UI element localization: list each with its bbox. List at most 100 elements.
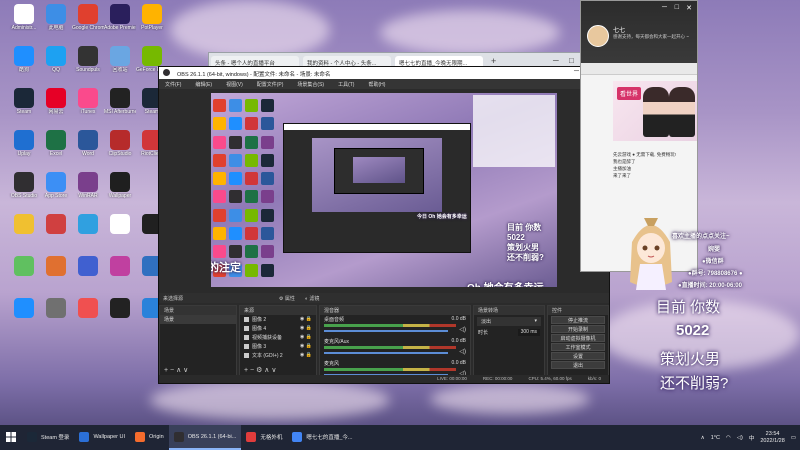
obs-window[interactable]: OBS 26.1.1 (64-bit, windows) - 配置文件: 未命名… <box>158 66 610 384</box>
obs-menu-item[interactable]: 配置文件(P) <box>257 81 284 88</box>
network-icon[interactable]: ◠ <box>726 435 731 441</box>
visibility-eye-icon[interactable]: ◉ 🔒 <box>300 325 312 332</box>
transitions-dock[interactable]: 场景转场 淡出 ▾ 时长 300 ms <box>473 305 545 377</box>
transition-duration[interactable]: 时长 300 ms <box>474 328 544 337</box>
desktop-shortcut[interactable]: Wallpaper <box>104 172 136 212</box>
obs-menu-item[interactable]: 视图(V) <box>226 81 243 88</box>
transition-type-select[interactable]: 淡出 ▾ <box>477 317 541 326</box>
minimize-button[interactable]: ─ <box>662 4 667 11</box>
desktop-shortcut[interactable]: 此电脑 <box>40 4 72 44</box>
close-button[interactable]: ✕ <box>686 4 692 12</box>
desktop-shortcut[interactable] <box>40 256 72 296</box>
volume-slider[interactable] <box>324 330 448 332</box>
desktop-shortcut[interactable]: 酷狗 <box>8 46 40 86</box>
visibility-eye-icon[interactable]: ◉ 🔒 <box>300 343 312 350</box>
taskbar-clock[interactable]: 23:54 2022/1/28 <box>760 431 784 445</box>
notification-icon[interactable]: ▭ <box>791 435 796 441</box>
new-tab-button[interactable]: + <box>491 56 496 66</box>
taskbar-app[interactable]: Origin <box>130 425 169 450</box>
control-button[interactable]: 开始录制 <box>551 325 605 333</box>
desktop-shortcut[interactable]: Uplay <box>8 130 40 170</box>
desktop-shortcut[interactable] <box>72 214 104 254</box>
desktop-shortcut[interactable]: 网易云 <box>40 88 72 128</box>
mixer-dock[interactable]: 混音器 桌面音频 0.0 dB ◁) 麦克风/Aux 0.0 dB ◁) 麦克风 0.0 dB… <box>319 305 471 377</box>
scenes-dock[interactable]: 场景 场景 + − ∧ ∨ <box>159 305 237 377</box>
desktop-shortcut[interactable]: Adobe Premiere <box>104 4 136 44</box>
weather-temp[interactable]: 1°C <box>711 435 720 441</box>
desktop-shortcut[interactable]: Google Chrome <box>72 4 104 44</box>
start-button[interactable] <box>0 425 22 450</box>
scene-item[interactable]: 场景 <box>160 315 236 324</box>
volume-icon[interactable]: ◁) <box>737 435 743 441</box>
desktop-shortcut[interactable]: QQ <box>40 46 72 86</box>
visibility-eye-icon[interactable]: ◉ 🔒 <box>300 352 312 359</box>
chat-banner[interactable]: 看世界 <box>613 81 697 141</box>
desktop-shortcut[interactable]: OBS Studio <box>8 172 40 212</box>
desktop-shortcut[interactable] <box>104 214 136 254</box>
speaker-icon[interactable]: ◁) <box>459 348 466 355</box>
desktop-shortcut[interactable] <box>104 298 136 338</box>
obs-menu-item[interactable]: 文件(F) <box>165 81 181 88</box>
visibility-eye-icon[interactable]: ◉ 🔒 <box>300 334 312 341</box>
chat-nav-bar[interactable] <box>581 63 697 75</box>
control-button[interactable]: 设置 <box>551 352 605 360</box>
maximize-button[interactable]: □ <box>569 56 574 65</box>
desktop-shortcut[interactable]: 回收站 <box>104 46 136 86</box>
source-controls[interactable]: + − ⚙ ∧ ∨ <box>244 366 276 374</box>
desktop-shortcut[interactable] <box>104 256 136 296</box>
source-item[interactable]: 视频捕获设备 ◉ 🔒 <box>240 333 316 342</box>
desktop-shortcut[interactable] <box>8 298 40 338</box>
ime-icon[interactable]: 中 <box>749 434 755 442</box>
avatar[interactable] <box>587 25 609 47</box>
taskbar-app[interactable]: Wallpaper UI <box>74 425 130 450</box>
desktop-shortcut[interactable]: WinRAR <box>72 172 104 212</box>
properties-button[interactable]: ⚙ 属性 <box>279 295 295 302</box>
control-button[interactable]: 退出 <box>551 361 605 369</box>
taskbar-app[interactable]: Steam 登录 <box>22 425 74 450</box>
control-button[interactable]: 工作室模式 <box>551 343 605 351</box>
transition-duration-input[interactable]: 300 ms <box>517 329 540 336</box>
obs-menu-item[interactable]: 工具(T) <box>338 81 354 88</box>
obs-titlebar[interactable]: OBS 26.1.1 (64-bit, windows) - 配置文件: 未命名… <box>159 67 609 79</box>
desktop-shortcut[interactable] <box>8 256 40 296</box>
filters-button[interactable]: ◐ 滤镜 <box>305 295 319 302</box>
obs-menu-item[interactable]: 场景集合(S) <box>297 81 324 88</box>
desktop-shortcut[interactable]: Soundpuls <box>72 46 104 86</box>
source-item[interactable]: 图像 3 ◉ 🔒 <box>240 342 316 351</box>
desktop-shortcut[interactable]: Steam <box>8 88 40 128</box>
desktop-shortcut[interactable]: iTunes <box>72 88 104 128</box>
tray-up-arrow-icon[interactable]: ∧ <box>701 435 705 441</box>
desktop-shortcut[interactable]: MSI Afterburner <box>104 88 136 128</box>
visibility-eye-icon[interactable]: ◉ 🔒 <box>300 316 312 323</box>
desktop-shortcut[interactable] <box>72 298 104 338</box>
mixer-channel[interactable]: 桌面音频 0.0 dB ◁) <box>320 315 470 337</box>
desktop-shortcut[interactable]: Word <box>72 130 104 170</box>
desktop-shortcut[interactable] <box>40 298 72 338</box>
volume-slider[interactable] <box>324 352 448 354</box>
obs-menu-item[interactable]: 编辑(E) <box>195 81 212 88</box>
control-button[interactable]: 启动虚拟摄像机 <box>551 334 605 342</box>
taskbar-app[interactable]: 嗯七七的直播_今... <box>287 425 357 450</box>
minimize-button[interactable]: ─ <box>574 68 579 75</box>
taskbar-app[interactable]: OBS 26.1.1 (64-bi... <box>168 425 242 450</box>
desktop-shortcut[interactable] <box>72 256 104 296</box>
desktop-shortcut[interactable] <box>8 214 40 254</box>
sources-dock[interactable]: 来源 图像 2 ◉ 🔒 图像 4 ◉ 🔒 视频捕获设备 ◉ 🔒 图像 3 ◉ 🔒 文本 (GDI… <box>239 305 317 377</box>
mixer-channel[interactable]: 麦克风/Aux 0.0 dB ◁) <box>320 337 470 359</box>
scene-controls[interactable]: + − ∧ ∨ <box>164 366 188 374</box>
source-item[interactable]: 文本 (GDI+) 2 ◉ 🔒 <box>240 351 316 360</box>
minimize-button[interactable]: ─ <box>553 56 559 65</box>
speaker-icon[interactable]: ◁) <box>459 326 466 333</box>
obs-menu-item[interactable]: 帮助(H) <box>368 81 385 88</box>
control-button[interactable]: 停止推流 <box>551 316 605 324</box>
desktop-shortcut[interactable]: PotPlayer <box>136 4 168 44</box>
obs-preview[interactable]: 遇见你的注定 今日 Oh 她会有多幸运 目前 你数5022策划火男还不削弱? O… <box>211 93 557 287</box>
desktop-shortcut[interactable]: App Store <box>40 172 72 212</box>
desktop-shortcut[interactable] <box>40 214 72 254</box>
source-item[interactable]: 图像 2 ◉ 🔒 <box>240 315 316 324</box>
maximize-button[interactable]: □ <box>675 4 679 11</box>
desktop-shortcut[interactable]: ClipStudio <box>104 130 136 170</box>
controls-dock[interactable]: 控件 停止推流 开始录制 启动虚拟摄像机 工作室模式 设置 退出 <box>547 305 609 377</box>
source-item[interactable]: 图像 4 ◉ 🔒 <box>240 324 316 333</box>
taskbar-app[interactable]: 无格外机 <box>241 425 287 450</box>
